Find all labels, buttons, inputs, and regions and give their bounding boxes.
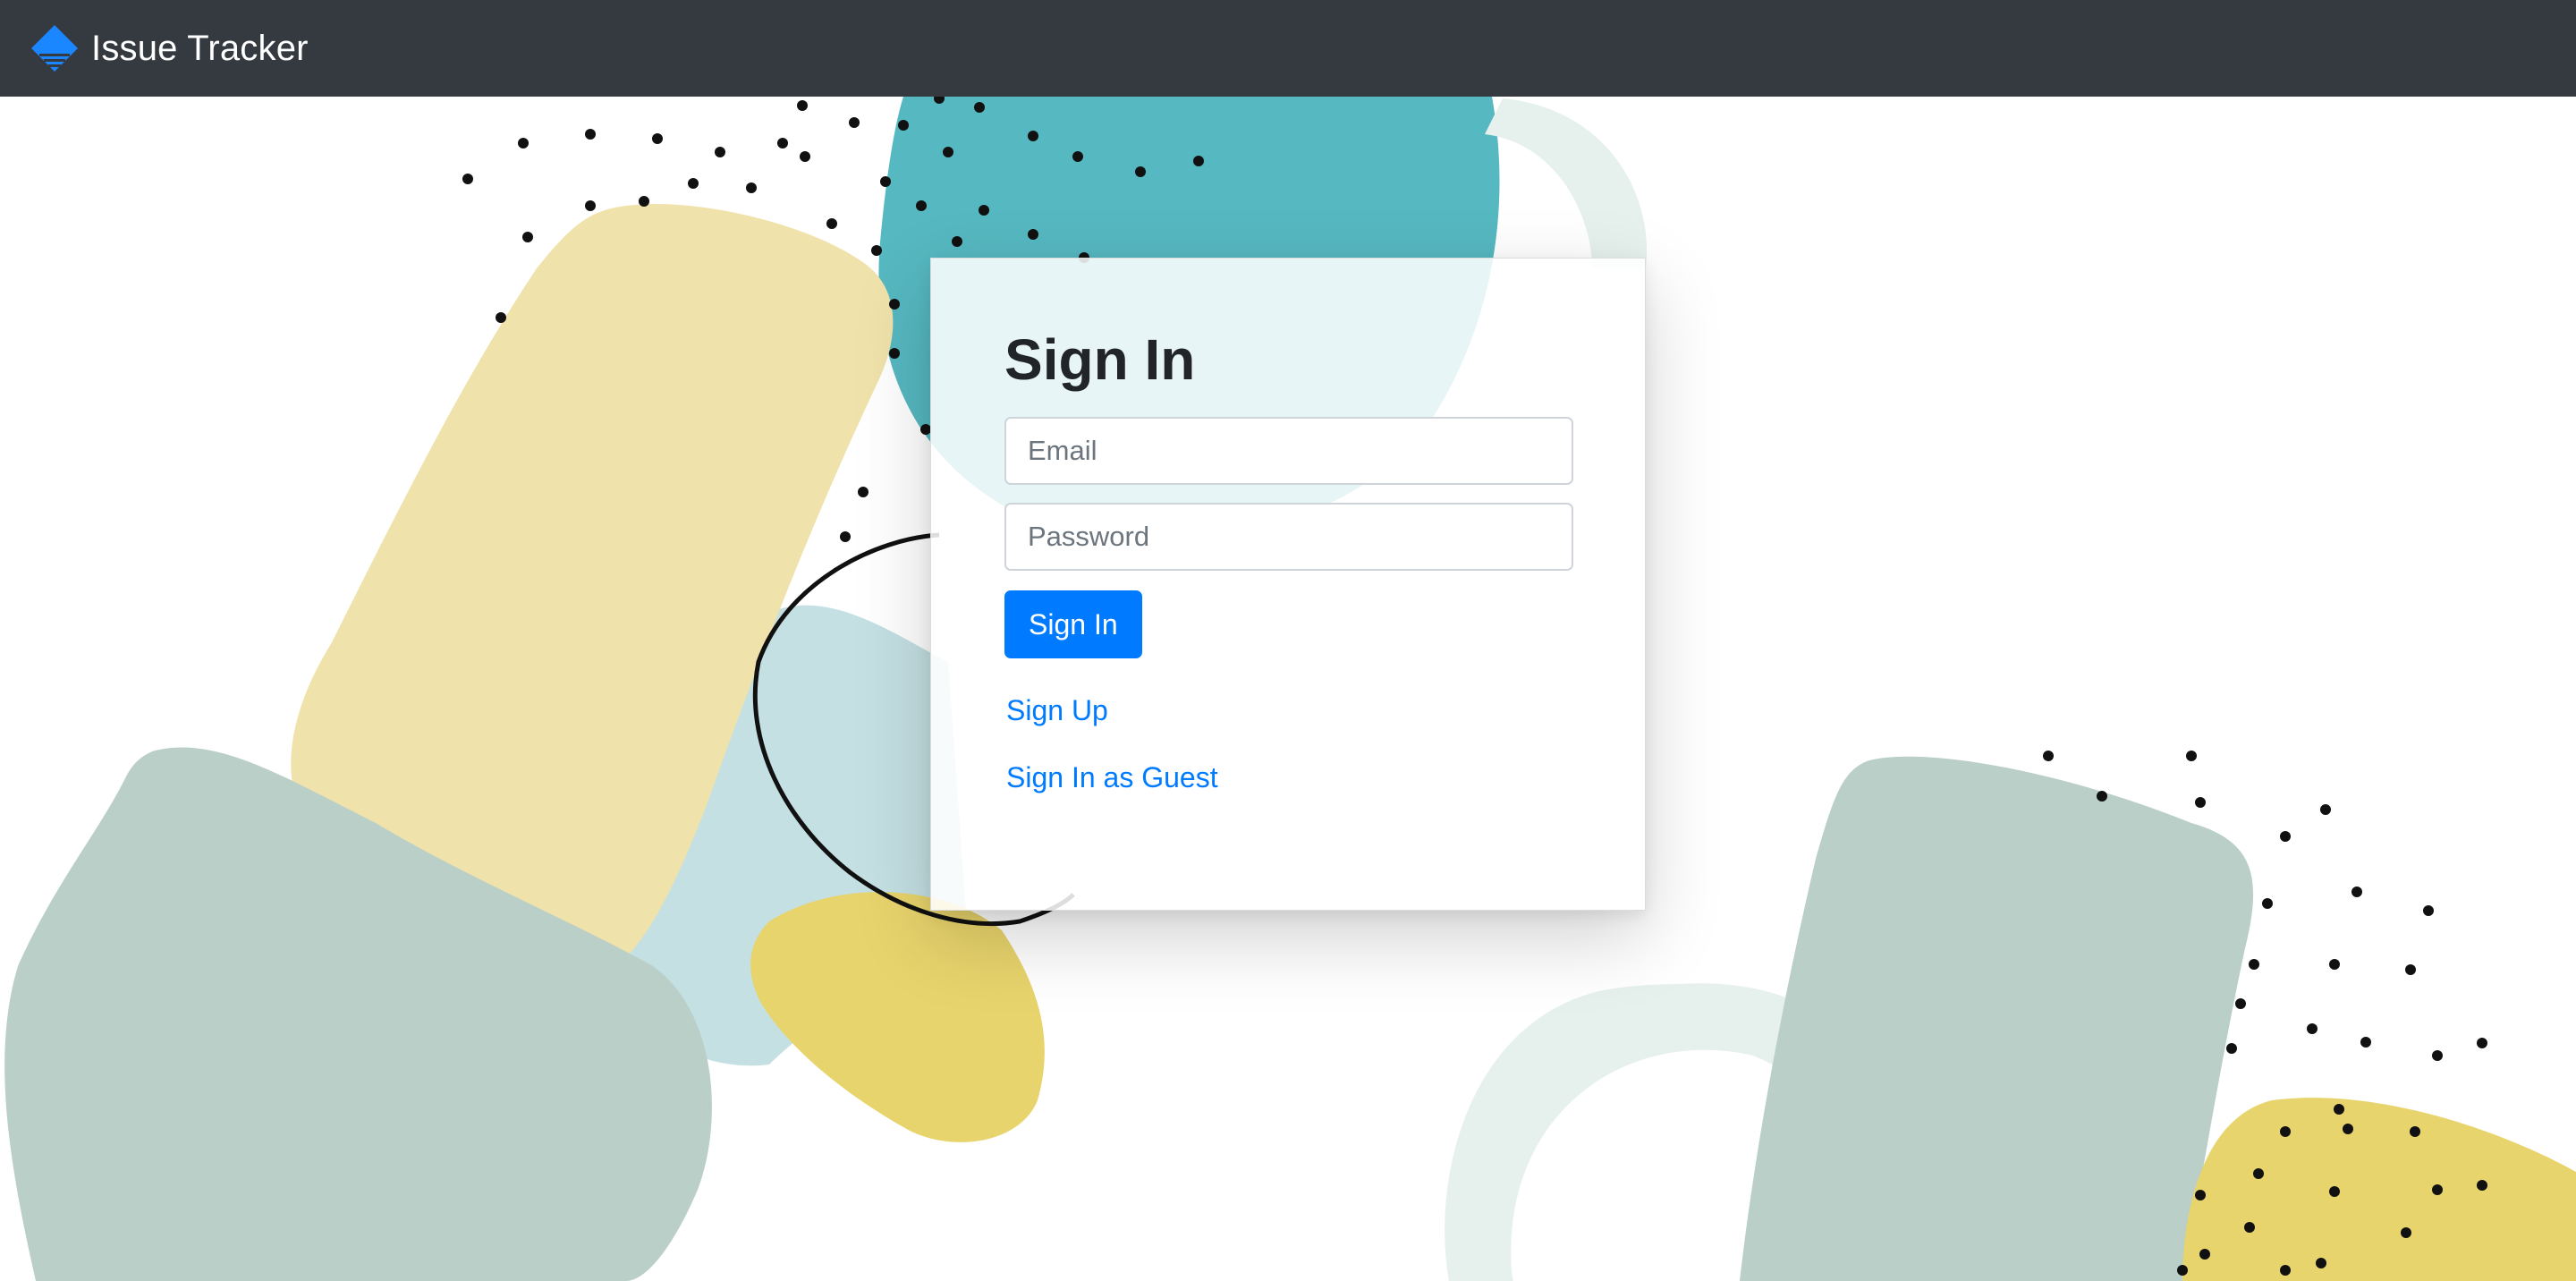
faint-ring-top — [1485, 98, 1648, 268]
decorative-dot — [1028, 229, 1038, 240]
decorative-dot — [889, 348, 900, 359]
email-input[interactable] — [1004, 417, 1573, 486]
decorative-dot — [2280, 1126, 2291, 1137]
decorative-dot — [1028, 131, 1038, 141]
decorative-dot — [746, 182, 757, 193]
decorative-dot — [2423, 905, 2434, 916]
decorative-dot — [1135, 166, 1146, 177]
decorative-dot — [2405, 964, 2416, 975]
decorative-dot — [889, 299, 900, 310]
decorative-dot — [916, 200, 927, 211]
decorative-dot — [1072, 151, 1083, 162]
mustard-blob-right — [2182, 1098, 2576, 1281]
decorative-dot — [2334, 1104, 2344, 1115]
decorative-dot — [462, 174, 473, 184]
decorative-dot — [639, 196, 649, 207]
decorative-dot — [880, 176, 891, 187]
decorative-dot — [2329, 959, 2340, 970]
decorative-dot — [652, 133, 663, 144]
decorative-dot — [496, 312, 506, 323]
decorative-dot — [2186, 751, 2197, 761]
decorative-dot — [2329, 1186, 2340, 1197]
decorative-dot — [2307, 1023, 2318, 1034]
signin-card: Sign In Sign In Sign Up Sign In as Guest — [930, 258, 1646, 911]
signin-button[interactable]: Sign In — [1004, 590, 1142, 659]
decorative-dot — [800, 151, 810, 162]
top-navbar: Issue Tracker — [0, 0, 2576, 97]
password-input[interactable] — [1004, 503, 1573, 572]
decorative-dot — [2253, 1168, 2264, 1179]
decorative-dot — [2043, 751, 2054, 761]
decorative-dot — [2226, 1043, 2237, 1054]
decorative-dot — [849, 117, 860, 128]
decorative-dot — [2401, 1227, 2411, 1238]
decorative-dot — [2195, 1190, 2206, 1200]
decorative-dot — [2235, 998, 2246, 1009]
decorative-dot — [518, 138, 529, 148]
decorative-dot — [871, 245, 882, 256]
decorative-dot — [1193, 156, 1204, 166]
decorative-dot — [2177, 1265, 2188, 1276]
decorative-dot — [858, 487, 869, 497]
decorative-dot — [2262, 898, 2273, 909]
signin-title: Sign In — [1004, 327, 1196, 392]
decorative-dot — [2432, 1050, 2443, 1061]
decorative-dot — [826, 218, 837, 229]
decorative-dot — [688, 178, 699, 189]
decorative-dot — [2432, 1184, 2443, 1195]
decorative-dot — [2249, 959, 2259, 970]
brand-link[interactable]: Issue Tracker — [29, 22, 309, 74]
decorative-dot — [2477, 1038, 2487, 1048]
layers-icon — [31, 25, 78, 72]
decorative-dot — [2343, 1124, 2353, 1134]
decorative-dot — [2195, 797, 2206, 808]
sage-blob-right — [1740, 756, 2254, 1281]
decorative-dot — [2280, 1265, 2291, 1276]
brand-title: Issue Tracker — [91, 28, 309, 68]
decorative-dot — [2316, 1258, 2326, 1268]
decorative-dot — [522, 232, 533, 242]
decorative-dot — [898, 120, 909, 131]
decorative-dot — [2199, 1249, 2210, 1260]
decorative-dot — [952, 236, 962, 247]
decorative-dot — [585, 129, 596, 140]
mustard-blob — [750, 892, 1045, 1142]
decorative-dot — [2280, 831, 2291, 842]
decorative-dot — [2360, 1037, 2371, 1048]
decorative-dot — [2351, 887, 2362, 897]
decorative-dot — [974, 102, 985, 113]
decorative-dot — [2097, 791, 2107, 802]
decorative-dot — [2244, 1222, 2255, 1233]
decorative-dot — [715, 147, 725, 157]
guest-signin-link[interactable]: Sign In as Guest — [1006, 761, 1573, 794]
decorative-dot — [2320, 804, 2331, 815]
decorative-dot — [840, 531, 851, 542]
decorative-dot — [2477, 1180, 2487, 1191]
decorative-dot — [979, 205, 989, 216]
decorative-dot — [585, 200, 596, 211]
decorative-dot — [777, 138, 788, 148]
decorative-dot — [797, 100, 808, 111]
decorative-dot — [2410, 1126, 2420, 1137]
signup-link[interactable]: Sign Up — [1006, 694, 1573, 727]
decorative-dot — [943, 147, 953, 157]
